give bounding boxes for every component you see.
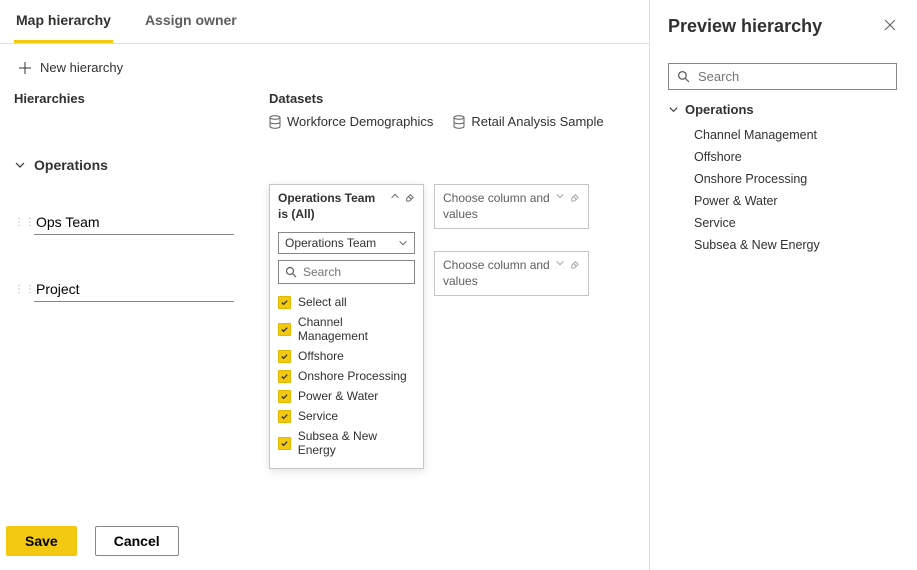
hierarchy-level-row: ⋮⋮ — [14, 210, 259, 235]
database-icon — [453, 115, 465, 129]
preview-root-label: Operations — [685, 102, 754, 117]
database-icon — [269, 115, 281, 129]
checkbox-checked-icon — [278, 410, 291, 423]
drag-handle-icon[interactable]: ⋮⋮ — [14, 218, 26, 228]
filter-search-input[interactable] — [301, 264, 408, 280]
dropdown-value: Operations Team — [285, 236, 398, 250]
checkbox-checked-icon — [278, 323, 291, 336]
preview-item[interactable]: Subsea & New Energy — [694, 234, 897, 256]
search-icon — [677, 70, 690, 83]
filter-option[interactable]: Offshore — [278, 346, 415, 366]
plus-icon — [18, 61, 32, 75]
choose-placeholder: Choose column and values — [443, 191, 551, 222]
choose-column-card[interactable]: Choose column and values — [434, 251, 589, 296]
tab-map-hierarchy[interactable]: Map hierarchy — [14, 0, 113, 43]
filter-option[interactable]: Service — [278, 406, 415, 426]
new-hierarchy-label: New hierarchy — [40, 60, 123, 75]
search-icon — [285, 266, 297, 278]
preview-item[interactable]: Channel Management — [694, 124, 897, 146]
filter-options-list: Select all Channel Management Offshore O… — [270, 290, 423, 468]
dataset-label: Workforce Demographics — [287, 114, 433, 129]
dataset-label: Retail Analysis Sample — [471, 114, 603, 129]
preview-item[interactable]: Onshore Processing — [694, 168, 897, 190]
preview-item[interactable]: Power & Water — [694, 190, 897, 212]
filter-card-operations-team: Operations Team is (All) Operations Team — [269, 184, 424, 469]
cancel-button[interactable]: Cancel — [95, 526, 179, 556]
dataset-item[interactable]: Workforce Demographics — [269, 114, 433, 129]
hierarchy-name: Operations — [34, 157, 108, 173]
choose-column-card[interactable]: Choose column and values — [434, 184, 589, 229]
filter-option[interactable]: Onshore Processing — [278, 366, 415, 386]
preview-item[interactable]: Service — [694, 212, 897, 234]
checkbox-checked-icon — [278, 390, 291, 403]
clear-filter-icon[interactable] — [569, 258, 580, 269]
chevron-down-icon — [668, 104, 679, 115]
filter-title: Operations Team is (All) — [278, 191, 386, 222]
new-hierarchy-button[interactable]: New hierarchy — [14, 54, 127, 81]
preview-search-input[interactable] — [696, 68, 888, 85]
level-name-input[interactable] — [34, 210, 234, 235]
choose-placeholder: Choose column and values — [443, 258, 551, 289]
checkbox-checked-icon — [278, 437, 291, 450]
save-button[interactable]: Save — [6, 526, 77, 556]
chevron-down-icon — [14, 159, 26, 171]
drag-handle-icon[interactable]: ⋮⋮ — [14, 285, 26, 295]
checkbox-checked-icon — [278, 370, 291, 383]
hierarchy-level-row: ⋮⋮ — [14, 277, 259, 302]
filter-option[interactable]: Power & Water — [278, 386, 415, 406]
clear-filter-icon[interactable] — [569, 191, 580, 202]
preview-item[interactable]: Offshore — [694, 146, 897, 168]
collapse-icon[interactable] — [390, 191, 400, 201]
column-dropdown[interactable]: Operations Team — [278, 232, 415, 254]
chevron-down-icon — [398, 238, 408, 248]
preview-title: Preview hierarchy — [668, 16, 883, 37]
filter-option[interactable]: Subsea & New Energy — [278, 426, 415, 460]
tab-assign-owner[interactable]: Assign owner — [143, 0, 239, 43]
filter-search-box — [278, 260, 415, 284]
checkbox-checked-icon — [278, 350, 291, 363]
checkbox-checked-icon — [278, 296, 291, 309]
chevron-down-icon — [555, 191, 565, 201]
dataset-item[interactable]: Retail Analysis Sample — [453, 114, 603, 129]
hierarchy-expander[interactable]: Operations — [14, 157, 108, 173]
filter-option-select-all[interactable]: Select all — [278, 292, 415, 312]
chevron-down-icon — [555, 258, 565, 268]
tab-bar: Map hierarchy Assign owner — [0, 0, 649, 44]
clear-filter-icon[interactable] — [404, 191, 415, 202]
level-name-input[interactable] — [34, 277, 234, 302]
close-icon[interactable] — [883, 18, 897, 35]
preview-root-expander[interactable]: Operations — [668, 102, 754, 117]
preview-search-box — [668, 63, 897, 90]
header-datasets: Datasets — [269, 91, 635, 106]
filter-option[interactable]: Channel Management — [278, 312, 415, 346]
header-hierarchies: Hierarchies — [14, 91, 269, 129]
